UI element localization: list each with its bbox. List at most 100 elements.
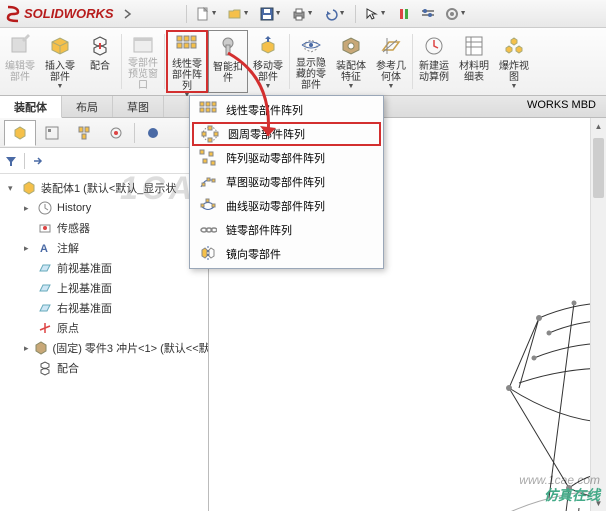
insert-part-button[interactable]: 插入零 部件▼ (40, 30, 80, 93)
history-icon (37, 200, 53, 216)
dd-curve-pattern[interactable]: 曲线驱动零部件阵列 (192, 194, 381, 218)
rebuild-button[interactable] (394, 4, 414, 24)
display-tab[interactable] (137, 120, 169, 146)
label: 草图驱动零部件阵列 (226, 174, 325, 190)
mate-button[interactable]: 配合 (80, 30, 120, 93)
exploded-view-button[interactable]: 爆炸视 图▼ (494, 30, 534, 93)
label: 装配体1 (默认<默认_显示状 (41, 180, 176, 196)
ref-geometry-button[interactable]: 参考几 何体▼ (371, 30, 411, 93)
config-tab[interactable] (68, 120, 100, 146)
plane-icon (37, 280, 53, 296)
label: 零部件 预览窗 口 (128, 58, 158, 91)
tree-item-top-plane[interactable]: 上视基准面 (2, 278, 206, 298)
dd-linear-pattern[interactable]: 线性零部件阵列 (192, 98, 381, 122)
label: 材料明 细表 (459, 61, 489, 83)
expand-icon[interactable]: ▸ (24, 203, 33, 214)
assembly-icon (21, 180, 37, 196)
separator (186, 5, 187, 23)
label: 曲线驱动零部件阵列 (226, 198, 325, 214)
collapse-icon[interactable]: ▾ (8, 183, 17, 194)
tab-mbd[interactable]: WORKS MBD (517, 96, 606, 117)
linear-pattern-button[interactable]: 线性零 部件阵 列▼ (166, 30, 208, 93)
dd-circular-pattern[interactable]: 圆周零部件阵列 (192, 122, 381, 146)
tree-item-sensor[interactable]: 传感器 (2, 218, 206, 238)
label: 镜向零部件 (226, 246, 281, 262)
tab-sketch[interactable]: 草图 (113, 96, 164, 117)
origin-icon (37, 320, 53, 336)
preview-window-button[interactable]: 零部件 预览窗 口 (123, 30, 163, 93)
scroll-up-arrow[interactable]: ▲ (591, 118, 606, 134)
select-button[interactable]: ▼ (362, 4, 390, 24)
smart-fastener-button[interactable]: 智能扣 件 (208, 30, 248, 93)
options-button[interactable] (418, 4, 438, 24)
label: 显示隐 藏的零 部件 (296, 58, 326, 91)
chain-pattern-icon (198, 220, 218, 240)
watermark-brand: 仿真在线 (544, 485, 600, 505)
label: 新建运 动算例 (419, 61, 449, 83)
tree-item-annotations[interactable]: ▸A注解 (2, 238, 206, 258)
separator (24, 153, 25, 169)
scroll-thumb[interactable] (593, 138, 604, 198)
separator (355, 5, 356, 23)
vertical-scrollbar[interactable]: ▲ ▼ (590, 118, 606, 511)
bom-button[interactable]: 材料明 细表 (454, 30, 494, 93)
table-pattern-icon (198, 148, 218, 168)
assembly-feature-button[interactable]: 装配体 特征▼ (331, 30, 371, 93)
new-motion-button[interactable]: 新建运 动算例 (414, 30, 454, 93)
sketch-pattern-icon (198, 172, 218, 192)
label: 原点 (57, 320, 79, 336)
plane-icon (37, 260, 53, 276)
label: 参考几 何体 (376, 61, 406, 83)
print-button[interactable]: ▼ (289, 4, 317, 24)
label: 配合 (57, 360, 79, 376)
pattern-dropdown-menu: 线性零部件阵列 圆周零部件阵列 阵列驱动零部件阵列 草图驱动零部件阵列 曲线驱动… (189, 95, 384, 269)
dim-tab[interactable] (100, 120, 132, 146)
label: 线性零 部件阵 列 (172, 59, 202, 92)
move-part-button[interactable]: 移动零 部件▼ (248, 30, 288, 93)
show-hidden-button[interactable]: 显示隐 藏的零 部件 (291, 30, 331, 93)
label: 线性零部件阵列 (226, 102, 303, 118)
dd-chain-pattern[interactable]: 链零部件阵列 (192, 218, 381, 242)
tab-layout[interactable]: 布局 (62, 96, 113, 117)
save-button[interactable]: ▼ (257, 4, 285, 24)
label: 爆炸视 图 (499, 61, 529, 83)
plane-icon (37, 300, 53, 316)
feature-tree-tab[interactable] (4, 120, 36, 146)
label: 前视基准面 (57, 260, 112, 276)
arrow-icon[interactable] (31, 154, 45, 168)
label: 右视基准面 (57, 300, 112, 316)
dd-mirror[interactable]: 镜向零部件 (192, 242, 381, 266)
linear-pattern-icon (198, 100, 218, 120)
tree-item-front-plane[interactable]: 前视基准面 (2, 258, 206, 278)
settings-button[interactable]: ▼ (442, 4, 470, 24)
filter-icon[interactable] (4, 154, 18, 168)
chevron-right-icon[interactable] (122, 8, 134, 20)
dd-sketch-pattern[interactable]: 草图驱动零部件阵列 (192, 170, 381, 194)
label: 阵列驱动零部件阵列 (226, 150, 325, 166)
svg-text:A: A (40, 243, 48, 255)
tab-assembly[interactable]: 装配体 (0, 96, 62, 118)
tree-item-part[interactable]: ▸(固定) 零件3 冲片<1> (默认<<默 (2, 338, 206, 358)
label: 插入零 部件 (45, 61, 75, 83)
expand-icon[interactable]: ▸ (24, 243, 33, 254)
label: 智能扣 件 (213, 62, 243, 84)
new-button[interactable]: ▼ (193, 4, 221, 24)
tree-item-origin[interactable]: 原点 (2, 318, 206, 338)
dd-table-pattern[interactable]: 阵列驱动零部件阵列 (192, 146, 381, 170)
tree-root[interactable]: ▾ 装配体1 (默认<默认_显示状 (2, 178, 206, 198)
label: 传感器 (57, 220, 90, 236)
separator (289, 34, 290, 89)
label: 链零部件阵列 (226, 222, 292, 238)
edit-part-button[interactable]: 编辑零 部件 (0, 30, 40, 93)
annotation-icon: A (37, 240, 53, 256)
mirror-icon (198, 244, 218, 264)
expand-icon[interactable]: ▸ (24, 343, 29, 354)
curve-pattern-icon (198, 196, 218, 216)
tree-item-mates[interactable]: 配合 (2, 358, 206, 378)
tree-item-history[interactable]: ▸History (2, 198, 206, 218)
app-logo: SOLIDWORKS (4, 5, 114, 23)
tree-item-right-plane[interactable]: 右视基准面 (2, 298, 206, 318)
property-tab[interactable] (36, 120, 68, 146)
open-button[interactable]: ▼ (225, 4, 253, 24)
undo-button[interactable]: ▼ (321, 4, 349, 24)
